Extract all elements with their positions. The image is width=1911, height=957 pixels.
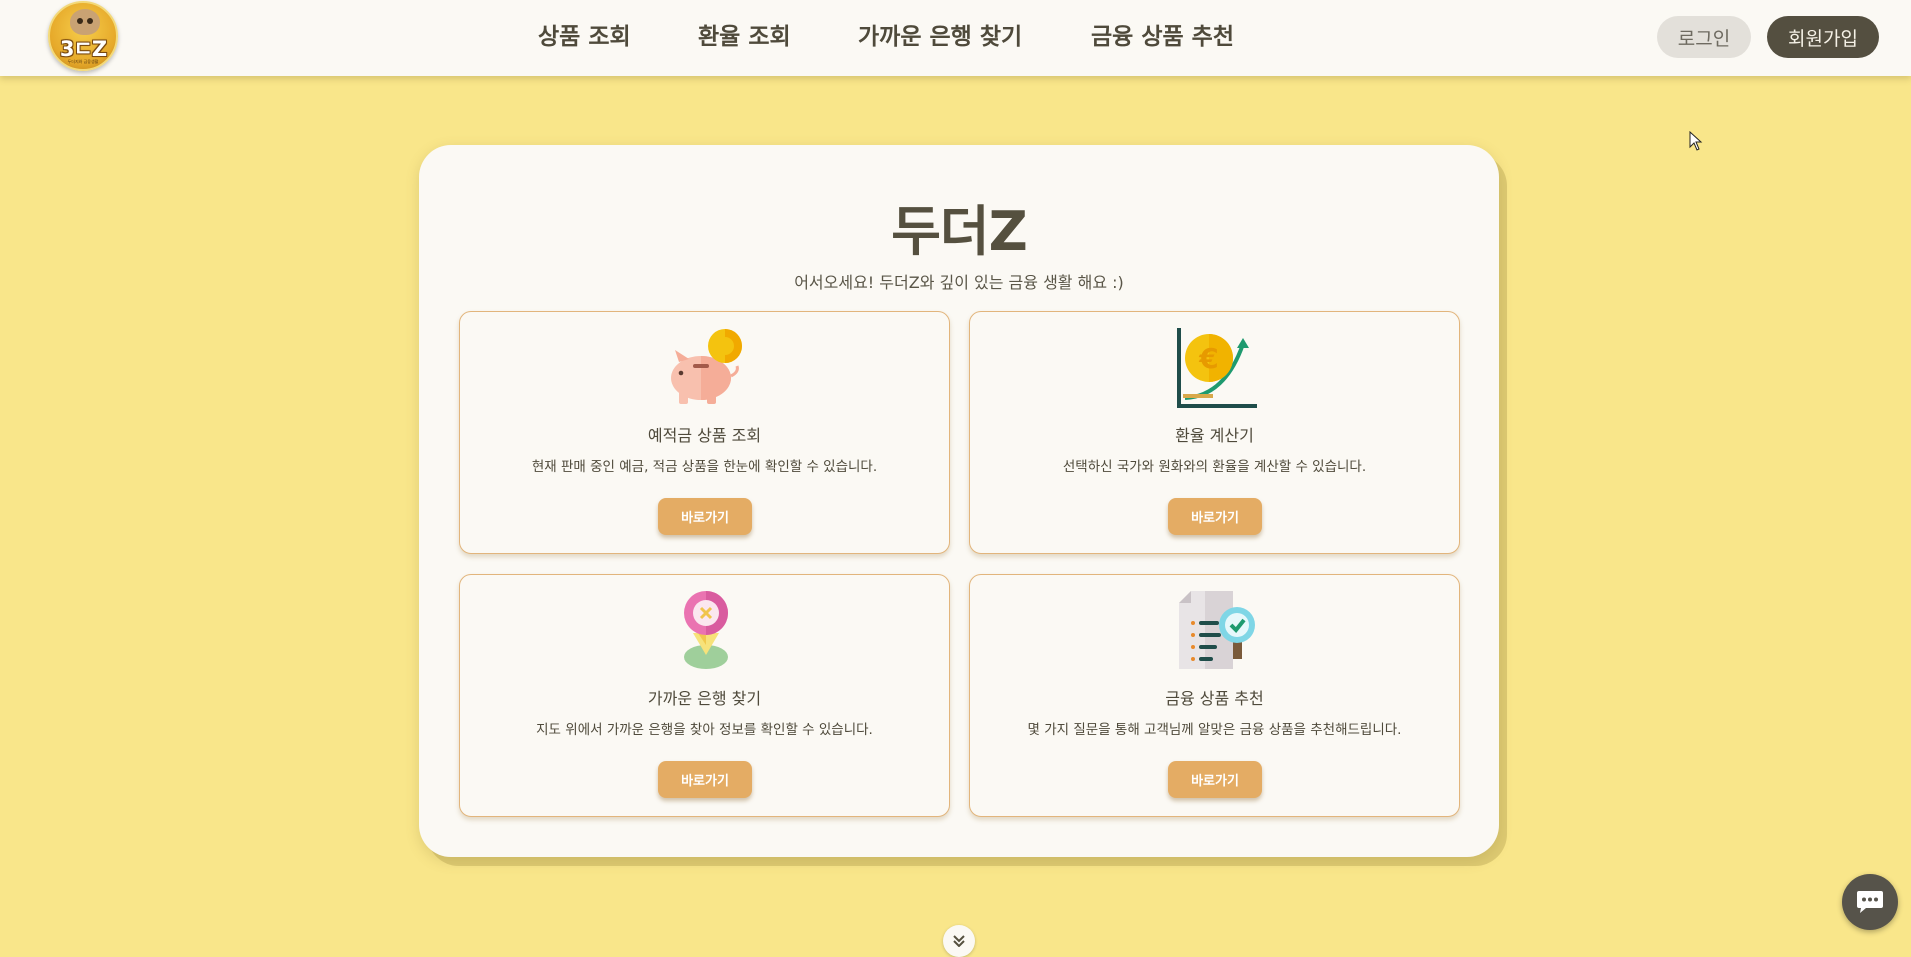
bank-map-go-button[interactable]: 바로가기 (658, 761, 752, 798)
feature-title: 환율 계산기 (1175, 426, 1254, 445)
feature-card-exchange: € 환율 계산기 선택하신 국가와 원화와의 환율을 계산할 수 있습니다. 바… (969, 311, 1460, 554)
chevron-down-icon (953, 935, 965, 947)
page-title: 두더Z (891, 200, 1028, 263)
main-nav: 상품 조회 환율 조회 가까운 은행 찾기 금융 상품 추천 (538, 22, 1251, 52)
nav-item-products[interactable]: 상품 조회 (538, 22, 698, 52)
chat-button[interactable] (1842, 874, 1898, 930)
nav-item-exchange[interactable]: 환율 조회 (698, 22, 858, 52)
deposit-go-button[interactable]: 바로가기 (658, 498, 752, 535)
feature-title: 가까운 은행 찾기 (647, 689, 762, 708)
mouse-cursor-icon (1689, 131, 1703, 151)
feature-description: 선택하신 국가와 원화와의 환율을 계산할 수 있습니다. (1062, 459, 1367, 475)
mole-mascot-icon (70, 9, 100, 35)
feature-description: 지도 위에서 가까운 은행을 찾아 정보를 확인할 수 있습니다. (536, 722, 873, 738)
signup-button[interactable]: 회원가입 (1767, 16, 1879, 58)
scroll-down-button[interactable] (943, 925, 975, 957)
recommend-go-button[interactable]: 바로가기 (1168, 761, 1262, 798)
document-search-icon (1175, 589, 1257, 671)
piggy-bank-icon (665, 326, 747, 408)
chat-bubble-icon (1857, 891, 1883, 913)
logo-tagline: 두더지와 금융생활 (67, 59, 99, 64)
login-button[interactable]: 로그인 (1657, 16, 1751, 58)
exchange-go-button[interactable]: 바로가기 (1168, 498, 1262, 535)
feature-card-deposit: 예적금 상품 조회 현재 판매 중인 예금, 적금 상품을 한눈에 확인할 수 … (459, 311, 950, 554)
feature-card-recommend: 금융 상품 추천 몇 가지 질문을 통해 고객님께 알맞은 금융 상품을 추천해… (969, 574, 1460, 817)
svg-text:€: € (1198, 342, 1218, 375)
nav-item-bank-map[interactable]: 가까운 은행 찾기 (858, 22, 1091, 52)
feature-title: 예적금 상품 조회 (647, 426, 762, 445)
nav-item-recommend[interactable]: 금융 상품 추천 (1091, 22, 1251, 52)
map-pin-icon (665, 589, 747, 671)
top-navbar: 3ㄷZ 두더지와 금융생활 상품 조회 환율 조회 가까운 은행 찾기 금융 상… (0, 0, 1911, 76)
exchange-chart-icon: € (1175, 326, 1257, 408)
feature-description: 현재 판매 중인 예금, 적금 상품을 한눈에 확인할 수 있습니다. (531, 459, 878, 475)
hero-card: 두더Z 어서오세요! 두더Z와 깊이 있는 금융 생활 해요 :) 예적금 상품… (419, 145, 1499, 857)
page-subtitle: 어서오세요! 두더Z와 깊이 있는 금융 생활 해요 :) (794, 273, 1124, 292)
feature-title: 금융 상품 추천 (1165, 689, 1264, 708)
feature-card-bank-map: 가까운 은행 찾기 지도 위에서 가까운 은행을 찾아 정보를 확인할 수 있습… (459, 574, 950, 817)
brand-logo[interactable]: 3ㄷZ 두더지와 금융생활 (48, 1, 118, 71)
feature-description: 몇 가지 질문을 통해 고객님께 알맞은 금융 상품을 추천해드립니다. (1027, 722, 1402, 738)
